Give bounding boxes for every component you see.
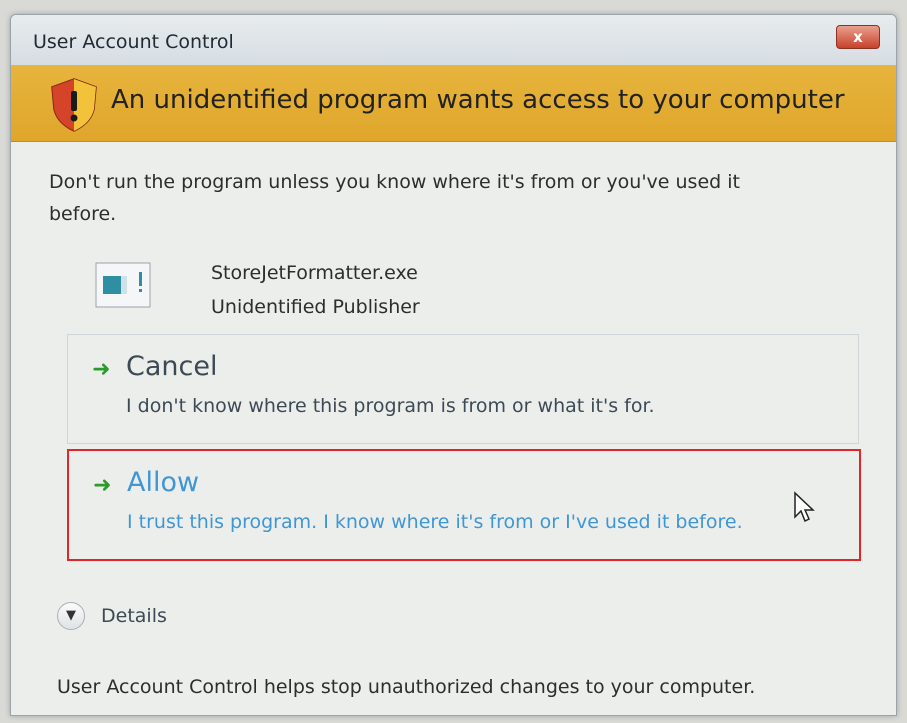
cancel-option-description: I don't know where this program is from … (126, 395, 655, 417)
allow-option-title: Allow (127, 467, 200, 498)
banner-heading: An unidentified program wants access to … (111, 85, 845, 115)
security-shield-icon (51, 78, 97, 132)
footer-info: User Account Control helps stop unauthor… (57, 676, 756, 698)
dialog-content: Don't run the program unless you know wh… (11, 142, 896, 715)
uac-dialog: User Account Control x An unidentified p… (10, 14, 897, 716)
arrow-right-icon: ➜ (92, 357, 111, 382)
arrow-right-icon: ➜ (93, 473, 112, 498)
allow-option-description: I trust this program. I know where it's … (127, 511, 743, 533)
mouse-pointer-icon (794, 491, 815, 523)
program-window-icon (95, 262, 151, 308)
cancel-option-title: Cancel (126, 351, 218, 382)
warning-banner: An unidentified program wants access to … (11, 65, 896, 142)
title-bar: User Account Control x (11, 15, 896, 65)
window-title: User Account Control (33, 31, 234, 53)
details-label[interactable]: Details (101, 605, 167, 627)
cancel-option-button[interactable]: ➜ Cancel I don't know where this program… (67, 334, 859, 444)
warning-message: Don't run the program unless you know wh… (49, 171, 740, 225)
program-publisher: Unidentified Publisher (211, 296, 420, 318)
chevron-down-icon[interactable]: ▼ (57, 602, 85, 630)
close-button[interactable]: x (836, 25, 880, 49)
allow-option-button[interactable]: ➜ Allow I trust this program. I know whe… (67, 449, 861, 561)
program-name: StoreJetFormatter.exe (211, 262, 418, 284)
